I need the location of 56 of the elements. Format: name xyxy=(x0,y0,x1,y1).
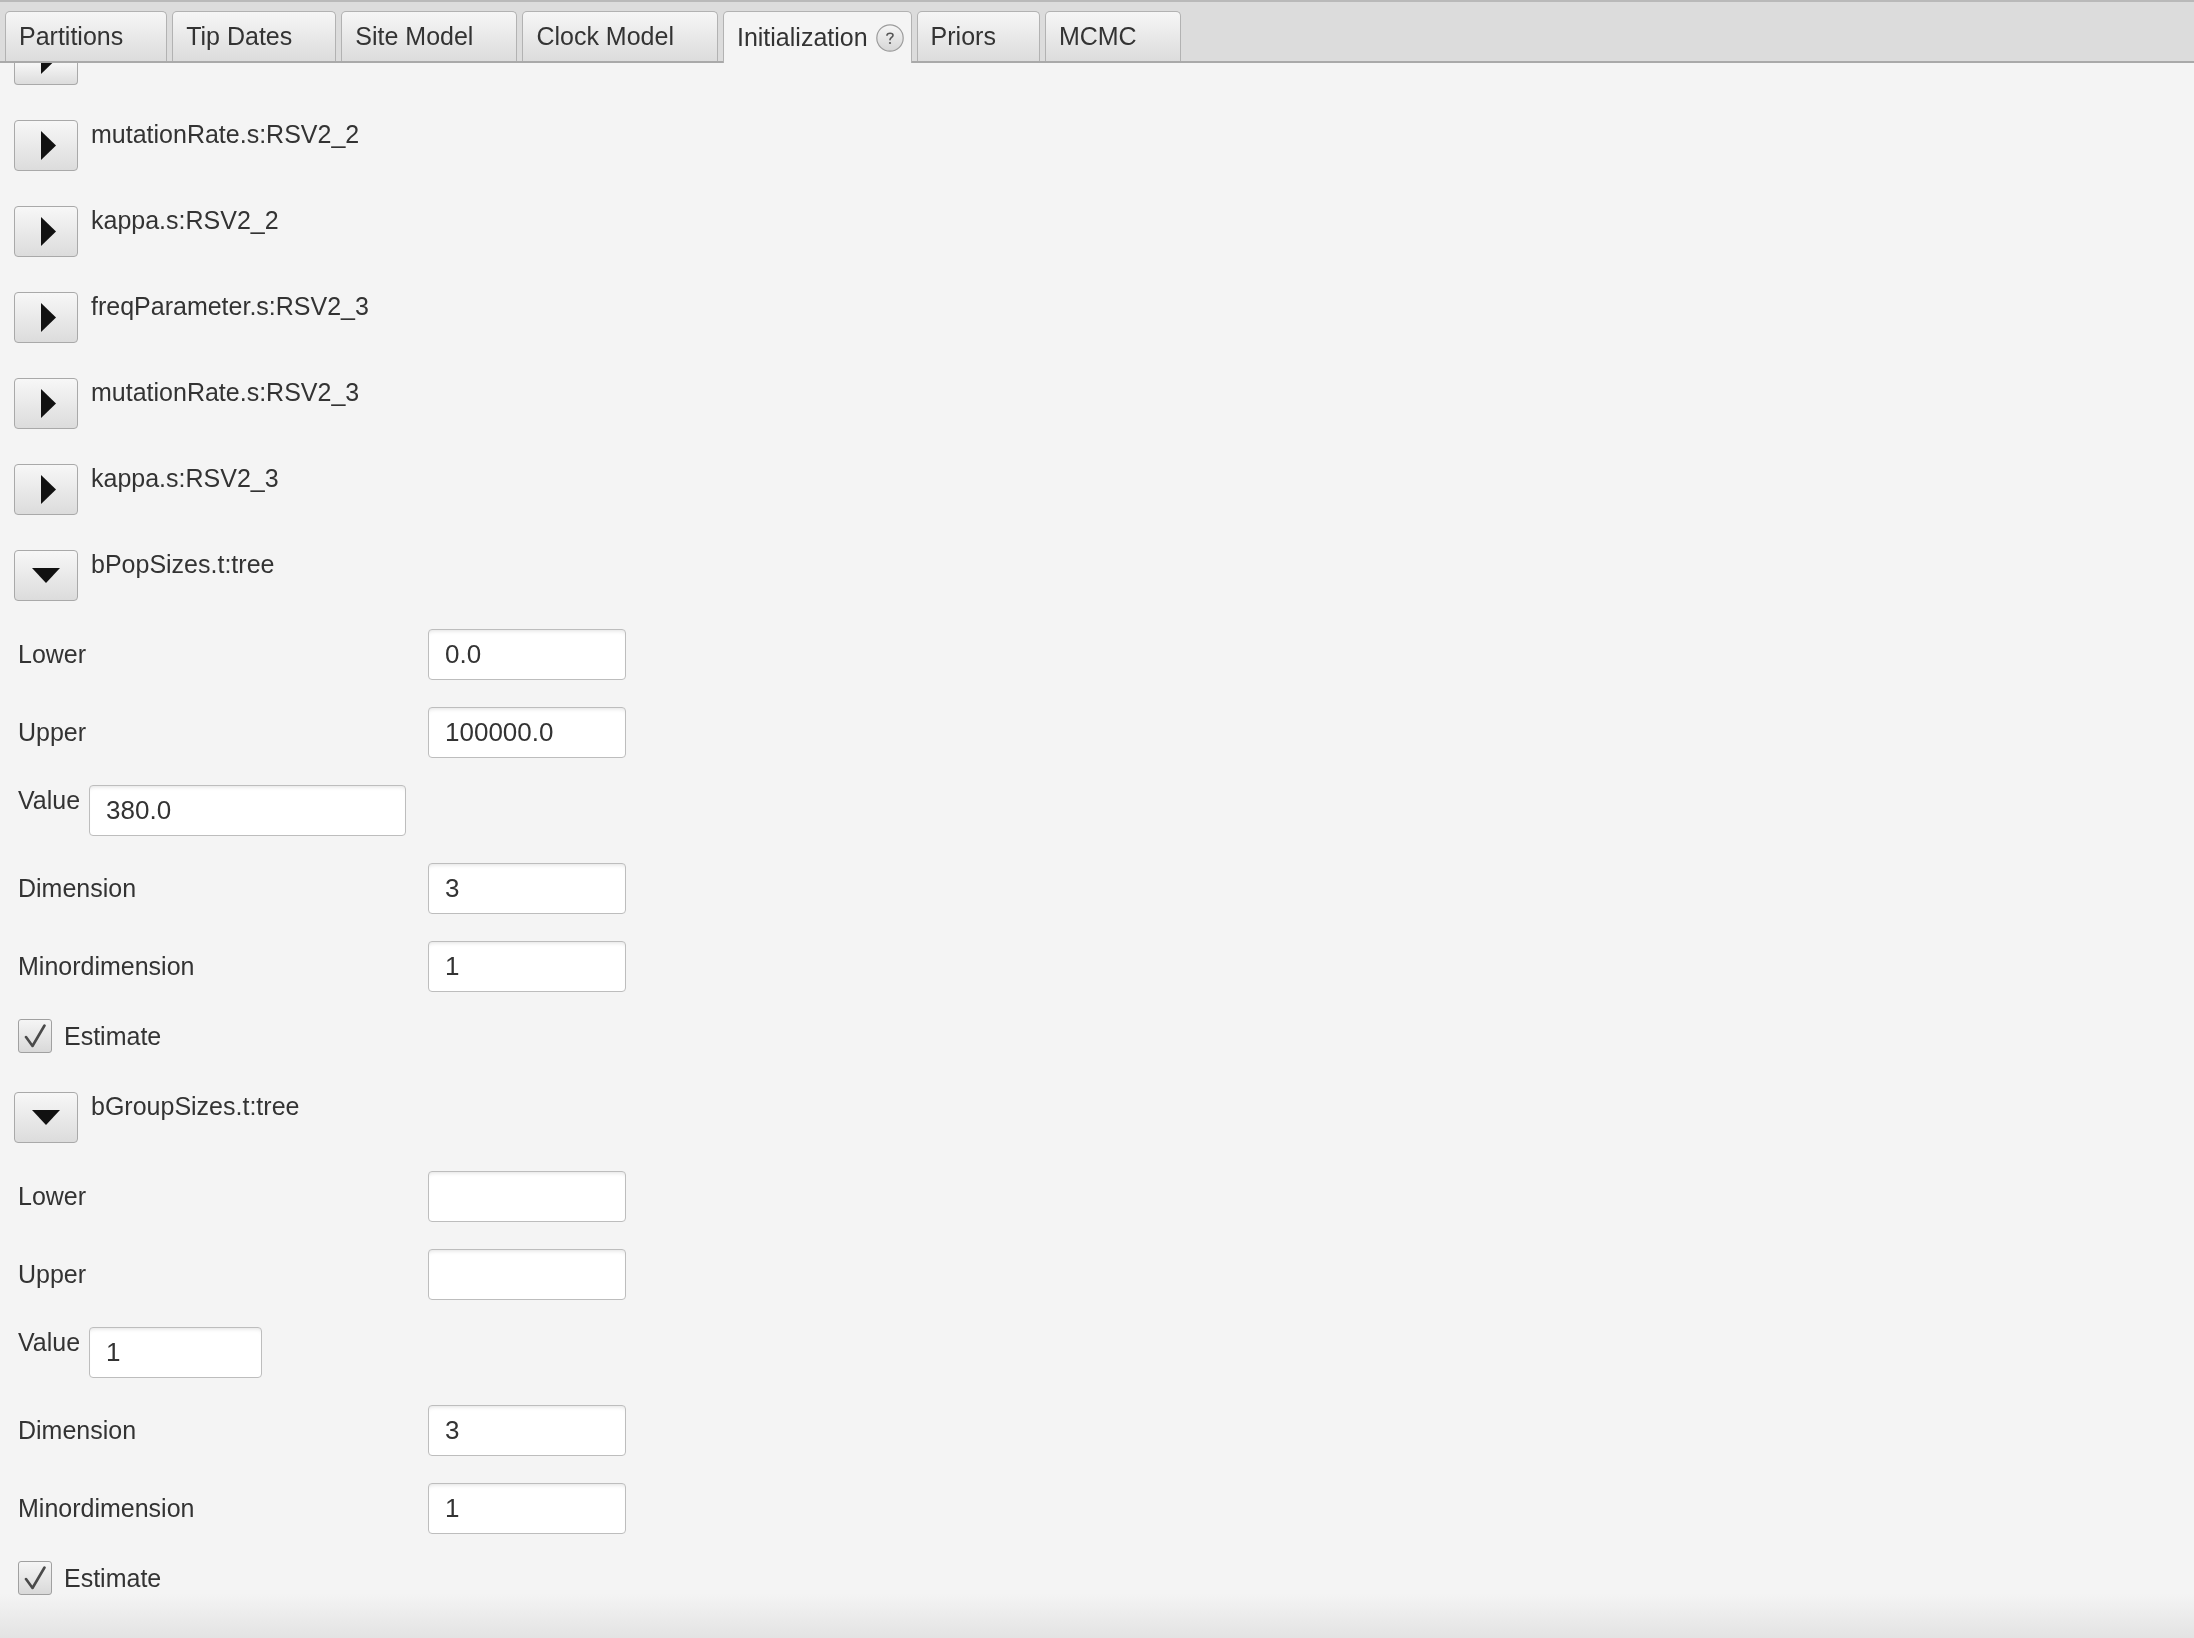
triangle-right-icon xyxy=(40,131,56,160)
expand-button[interactable] xyxy=(14,63,78,85)
triangle-right-icon xyxy=(40,217,56,246)
field-label: Value xyxy=(18,1328,81,1357)
checkbox[interactable] xyxy=(18,1561,52,1595)
text-field[interactable]: 1 xyxy=(89,1327,263,1378)
text-field[interactable]: 3 xyxy=(428,863,626,914)
field-label: Dimension xyxy=(18,1416,137,1445)
parameter-name: freqParameter.s:RSV2_3 xyxy=(91,292,369,321)
field-label: Minordimension xyxy=(18,952,195,981)
text-field[interactable] xyxy=(428,1249,626,1300)
help-icon[interactable] xyxy=(875,23,904,52)
expand-button[interactable] xyxy=(14,378,78,429)
parameter-name: kappa.s:RSV2_2 xyxy=(91,206,279,235)
tab[interactable]: Site Model xyxy=(341,11,518,61)
expand-button[interactable] xyxy=(14,292,78,343)
field-label: Minordimension xyxy=(18,1494,195,1523)
field-label: Dimension xyxy=(18,874,137,903)
field-label: Lower xyxy=(18,640,87,669)
triangle-right-icon xyxy=(40,389,56,418)
parameter-name: mutationRate.s:RSV2_2 xyxy=(91,120,360,149)
tab[interactable]: Clock Model xyxy=(522,11,718,61)
text-field[interactable]: 100000.0 xyxy=(428,707,626,758)
text-field[interactable]: 1 xyxy=(428,941,626,992)
checkbox-label: Estimate xyxy=(64,1021,162,1051)
text-field[interactable]: 1 xyxy=(428,1483,626,1534)
parameter-name: bPopSizes.t:tree xyxy=(91,550,275,579)
parameter-name: kappa.s:RSV2_3 xyxy=(91,464,279,493)
expand-button[interactable] xyxy=(14,120,78,171)
triangle-right-icon xyxy=(40,475,56,504)
tab[interactable]: MCMC xyxy=(1044,11,1181,61)
expand-button[interactable] xyxy=(14,464,78,515)
parameter-name: mutationRate.s:RSV2_3 xyxy=(91,378,360,407)
tab[interactable]: Priors xyxy=(916,11,1040,61)
field-label: Upper xyxy=(18,1260,87,1289)
text-field[interactable]: 380.0 xyxy=(89,785,407,836)
expand-button[interactable] xyxy=(14,206,78,257)
tab[interactable]: Initialization xyxy=(722,11,912,63)
text-field[interactable] xyxy=(428,1171,626,1222)
tab[interactable]: Tip Dates xyxy=(172,11,337,61)
expand-button[interactable] xyxy=(14,1092,78,1143)
expand-button[interactable] xyxy=(14,550,78,601)
checkbox-label: Estimate xyxy=(64,1563,162,1593)
parameter-name: bGroupSizes.t:tree xyxy=(91,1092,300,1121)
checkbox[interactable] xyxy=(18,1019,52,1053)
field-label: Value xyxy=(18,786,81,815)
text-field[interactable]: 0.0 xyxy=(428,629,626,680)
field-label: Lower xyxy=(18,1182,87,1211)
tab[interactable]: Partitions xyxy=(5,11,168,61)
checkmark-icon xyxy=(24,1024,46,1048)
triangle-down-icon xyxy=(32,1110,60,1125)
triangle-down-icon xyxy=(32,568,60,583)
triangle-right-icon xyxy=(40,303,56,332)
text-field[interactable]: 3 xyxy=(428,1405,626,1456)
field-label: Upper xyxy=(18,718,87,747)
checkmark-icon xyxy=(24,1566,46,1590)
